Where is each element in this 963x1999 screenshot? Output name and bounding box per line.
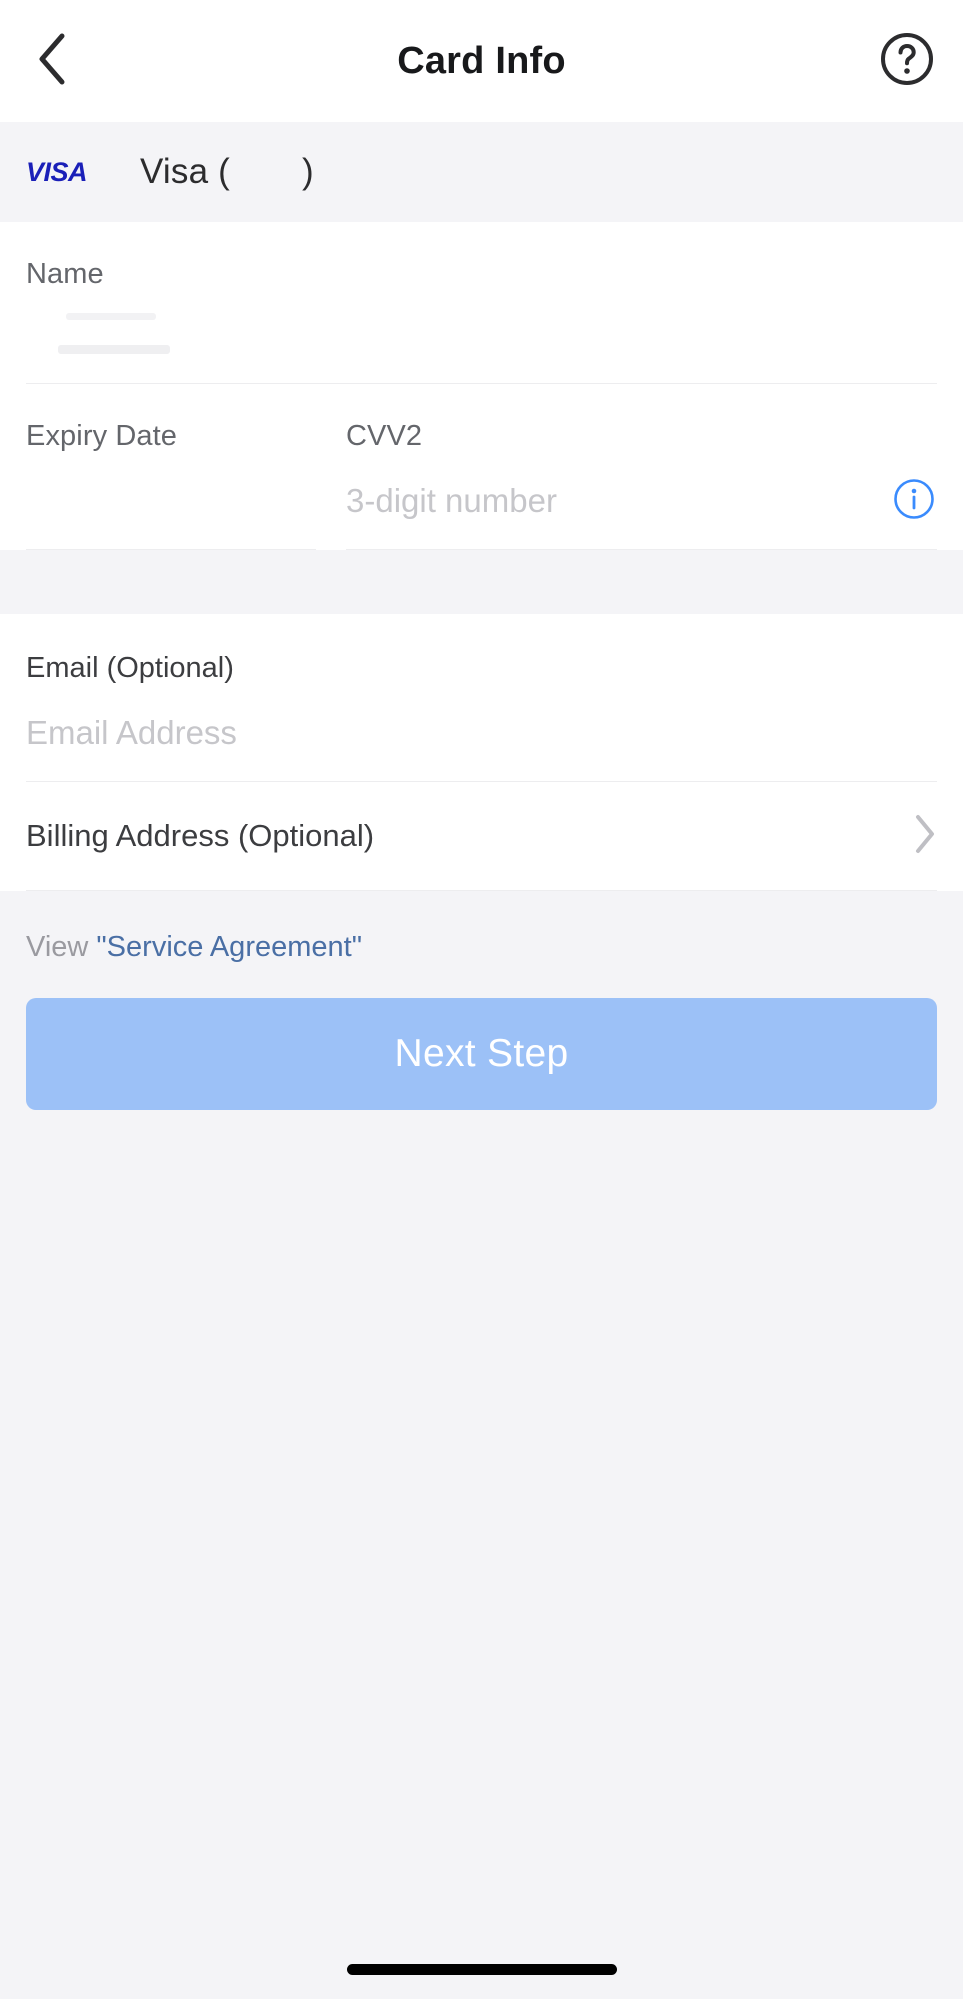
- page-title: Card Info: [397, 39, 566, 82]
- optional-info-section: Email (Optional) Billing Address (Option…: [0, 614, 963, 891]
- email-input-wrap: [26, 685, 937, 781]
- chevron-left-icon: [35, 31, 69, 92]
- email-field-row: Email (Optional): [0, 614, 963, 782]
- field-divider: [26, 549, 316, 550]
- name-label: Name: [26, 258, 104, 290]
- card-label-suffix: ): [302, 152, 314, 191]
- selected-card-row[interactable]: VISA Visa (): [0, 122, 963, 222]
- expiry-field-col: Expiry Date: [26, 384, 316, 550]
- home-indicator: [346, 1964, 617, 1975]
- visa-logo: VISA: [26, 157, 102, 187]
- expiry-input-wrap: [26, 453, 316, 549]
- help-button[interactable]: [875, 29, 939, 93]
- agreement-text: View "Service Agreement": [26, 891, 937, 964]
- billing-address-row[interactable]: Billing Address (Optional): [0, 782, 963, 890]
- chevron-right-icon: [913, 813, 937, 860]
- back-button[interactable]: [18, 27, 86, 95]
- navigation-bar: Card Info: [0, 0, 963, 122]
- email-label: Email (Optional): [26, 652, 234, 684]
- name-field-row: Name: [0, 222, 963, 384]
- name-value-redacted[interactable]: [26, 291, 937, 383]
- info-circle-icon: [893, 478, 935, 525]
- service-agreement-link[interactable]: "Service Agreement": [96, 931, 362, 963]
- cvv-info-button[interactable]: [891, 478, 937, 524]
- cvv-label: CVV2: [346, 420, 423, 452]
- question-circle-icon: [879, 31, 935, 92]
- billing-address-label: Billing Address (Optional): [26, 818, 375, 853]
- card-info-screen: Card Info VISA Visa () Name Expiry Date …: [0, 0, 963, 1999]
- next-step-button[interactable]: Next Step: [26, 998, 937, 1110]
- email-input[interactable]: [26, 714, 937, 752]
- card-details-section: Name Expiry Date CVV2: [0, 222, 963, 550]
- redaction-bar: [66, 313, 156, 320]
- cvv-input-wrap: [346, 453, 937, 549]
- section-gap: [0, 550, 963, 614]
- footer-section: View "Service Agreement" Next Step: [0, 891, 963, 1110]
- card-label-prefix: Visa (: [140, 152, 231, 191]
- field-divider: [346, 549, 937, 550]
- expiry-cvv-row: Expiry Date CVV2: [0, 384, 963, 550]
- cvv-field-col: CVV2: [346, 384, 937, 550]
- agreement-prefix: View: [26, 931, 97, 963]
- cvv-input[interactable]: [346, 482, 937, 520]
- expiry-input[interactable]: [26, 482, 316, 520]
- visa-logo-text: VISA: [26, 156, 88, 187]
- expiry-label: Expiry Date: [26, 420, 177, 452]
- redaction-bar: [58, 345, 170, 354]
- card-label: Visa (): [140, 152, 314, 192]
